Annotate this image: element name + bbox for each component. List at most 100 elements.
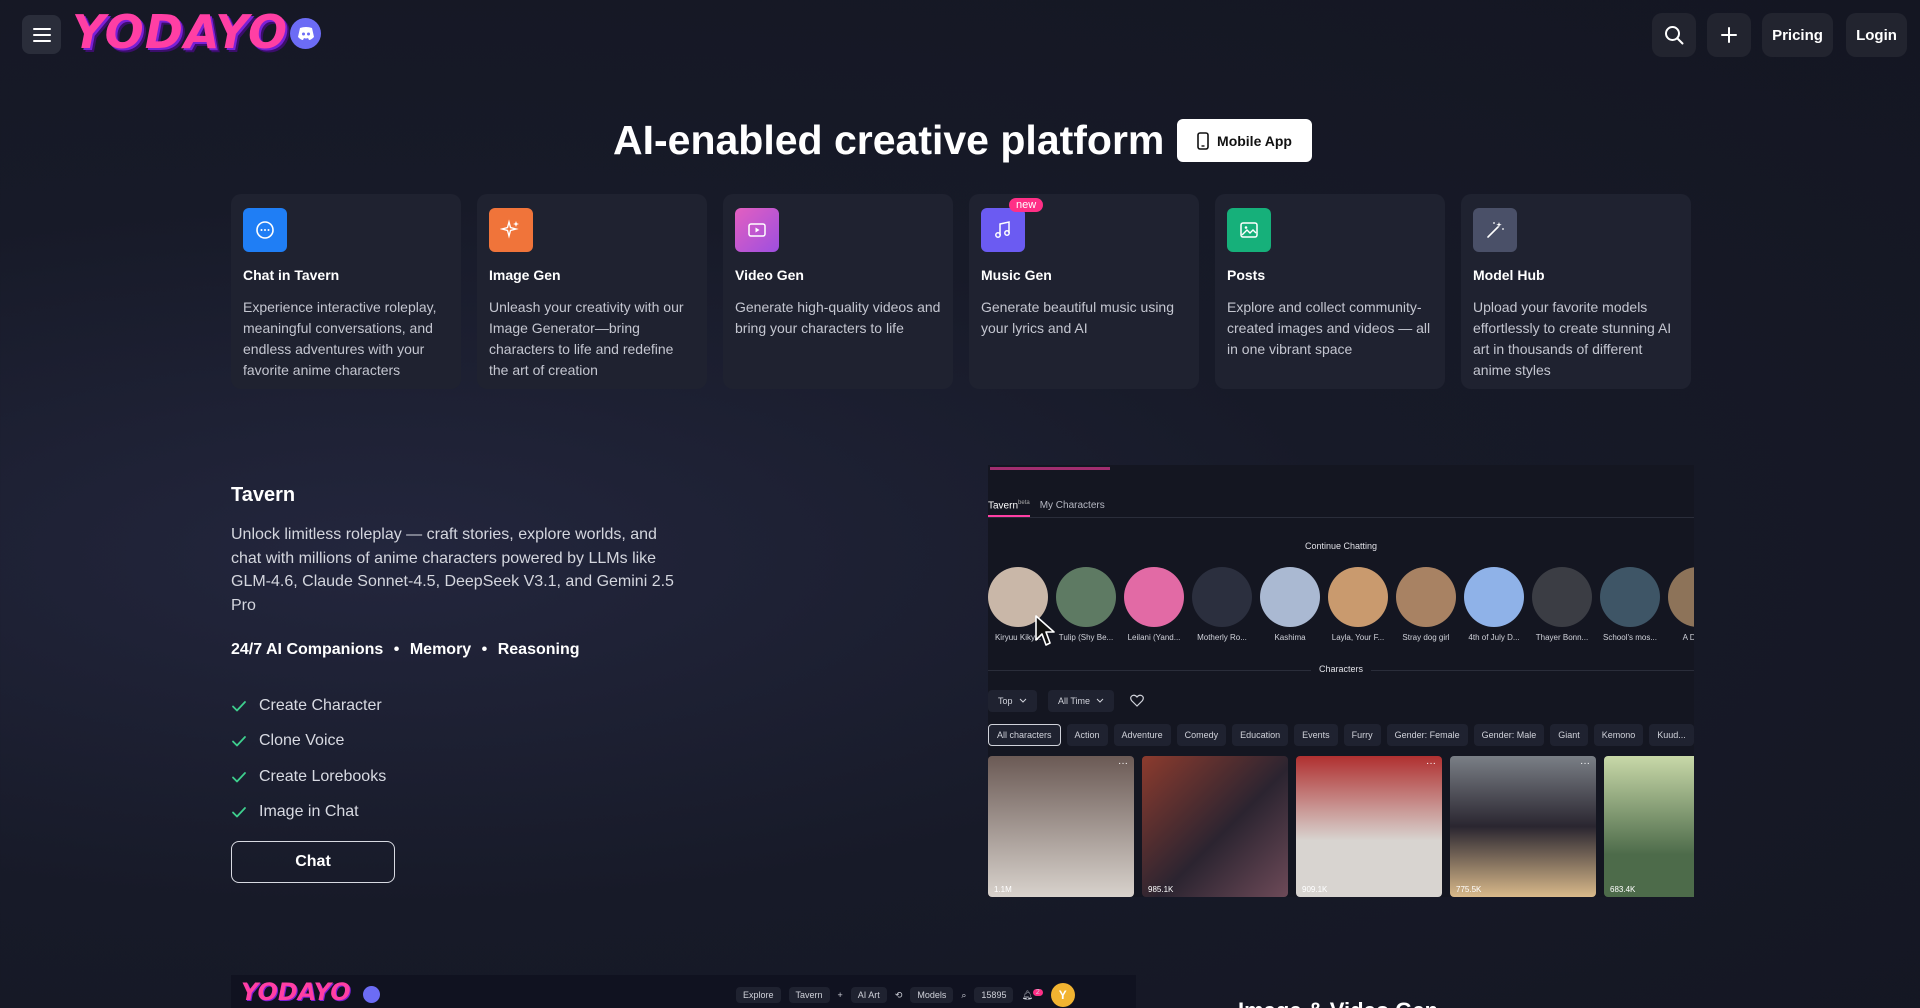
avatar: [1124, 567, 1184, 627]
video-icon: [735, 208, 779, 252]
chat-count: 1.1M: [994, 885, 1012, 894]
avatar-name: Tulip (Shy Be...: [1058, 633, 1114, 642]
avatar-item[interactable]: Stray dog girl: [1396, 567, 1456, 642]
avatar: [1396, 567, 1456, 627]
preview-top-bar: [988, 467, 1694, 471]
category-chip[interactable]: Kemono: [1593, 724, 1644, 746]
category-chip[interactable]: Furry: [1343, 724, 1381, 746]
category-chip[interactable]: Kuud...: [1649, 724, 1694, 746]
nav-ai-art: AI Art: [850, 987, 887, 1003]
image-video-gen-heading: Image & Video Gen: [1238, 998, 1438, 1008]
music-note-icon: [981, 208, 1025, 252]
checklist-item: Create Character: [231, 688, 386, 724]
avatar-item[interactable]: Leilani (Yand...: [1124, 567, 1184, 642]
nav-explore: Explore: [736, 987, 781, 1003]
avatar-item[interactable]: Motherly Ro...: [1192, 567, 1252, 642]
site-header: YODAYO Pricing Login: [0, 0, 1920, 68]
card-posts[interactable]: Posts Explore and collect community-crea…: [1215, 194, 1445, 389]
preview-logo: YODAYO: [241, 978, 351, 1006]
check-icon: [232, 736, 246, 747]
avatar: [1260, 567, 1320, 627]
card-description: Upload your favorite models effortlessly…: [1473, 299, 1672, 378]
card-title: Posts: [1227, 267, 1266, 283]
menu-button[interactable]: [22, 15, 61, 54]
avatar: [1532, 567, 1592, 627]
check-icon: [232, 700, 246, 712]
card-music-gen[interactable]: new Music Gen Generate beautiful music u…: [969, 194, 1199, 389]
card-model-hub[interactable]: Model Hub Upload your favorite models ef…: [1461, 194, 1691, 389]
character-card[interactable]: ··· 775.5K: [1450, 756, 1596, 897]
preview-tab-my-characters[interactable]: My Characters: [1040, 500, 1105, 517]
category-chip[interactable]: Education: [1232, 724, 1289, 746]
search-button[interactable]: [1652, 13, 1696, 57]
history-icon: ⟲: [894, 989, 903, 1000]
category-chip[interactable]: Action: [1066, 724, 1108, 746]
card-chat-in-tavern[interactable]: Chat in Tavern Experience interactive ro…: [231, 194, 461, 389]
checklist-item: Image in Chat: [231, 795, 386, 831]
feature-reasoning: Reasoning: [497, 641, 580, 658]
character-card[interactable]: 985.1K: [1142, 756, 1288, 897]
category-chip[interactable]: Adventure: [1113, 724, 1171, 746]
bell-icon: 🔔︎ 2: [1021, 989, 1043, 1001]
more-icon[interactable]: ···: [1118, 758, 1128, 769]
search-icon: [1665, 26, 1684, 45]
magic-wand-icon: [1473, 208, 1517, 252]
sort-dropdown[interactable]: Top: [988, 690, 1037, 712]
mobile-app-button[interactable]: Mobile App: [1177, 119, 1312, 162]
avatar-item[interactable]: Kashima: [1260, 567, 1320, 642]
avatar-item[interactable]: Tulip (Shy Be...: [1056, 567, 1116, 642]
favorites-button[interactable]: [1130, 694, 1144, 712]
login-button[interactable]: Login: [1846, 13, 1907, 57]
chat-button[interactable]: Chat: [231, 841, 395, 883]
check-icon: [232, 807, 246, 818]
yodayo-logo[interactable]: YODAYO: [72, 6, 288, 58]
character-card[interactable]: 683.4K: [1604, 756, 1694, 897]
card-description: Experience interactive roleplay, meaning…: [243, 299, 437, 378]
more-icon[interactable]: ···: [1426, 758, 1436, 769]
character-card[interactable]: ··· 909.1K: [1296, 756, 1442, 897]
checklist-label: Create Character: [259, 696, 382, 714]
beta-label: beta: [1018, 500, 1030, 506]
tavern-title: Tavern: [231, 484, 296, 506]
category-chip[interactable]: Comedy: [1176, 724, 1227, 746]
category-chip[interactable]: Gender: Female: [1386, 724, 1468, 746]
preview-tab-tavern[interactable]: Tavernbeta: [988, 500, 1030, 518]
feature-companions: 24/7 AI Companions: [231, 641, 384, 658]
preview-logo-stripe: [990, 467, 1110, 470]
tavern-checklist: Create Character Clone Voice Create Lore…: [231, 688, 386, 830]
continue-chatting-list: Kiryuu Kiky... Tulip (Shy Be... Leilani …: [988, 567, 1694, 642]
avatar-name: Kashima: [1274, 633, 1306, 642]
more-icon[interactable]: ···: [1580, 758, 1590, 769]
chevron-down-icon: [1019, 698, 1026, 703]
create-button[interactable]: [1707, 13, 1751, 57]
mouse-cursor-icon: [1035, 615, 1055, 646]
tavern-preview: Tavernbeta My Characters Continue Chatti…: [988, 465, 1694, 897]
avatar-item[interactable]: 4th of July D...: [1464, 567, 1524, 642]
card-video-gen[interactable]: Video Gen Generate high-quality videos a…: [723, 194, 953, 389]
avatar-name: 4th of July D...: [1468, 633, 1520, 642]
avatar-item[interactable]: A Dete...: [1668, 567, 1694, 642]
chat-count: 683.4K: [1610, 885, 1636, 894]
check-icon: [232, 771, 246, 783]
avatar-item[interactable]: Thayer Bonn...: [1532, 567, 1592, 642]
avatar-name: Layla, Your F...: [1331, 633, 1385, 642]
card-image-gen[interactable]: Image Gen Unleash your creativity with o…: [477, 194, 707, 389]
category-chip[interactable]: Gender: Male: [1473, 724, 1545, 746]
pricing-button[interactable]: Pricing: [1762, 13, 1833, 57]
discord-button[interactable]: [290, 18, 321, 49]
credits-count: 15895: [974, 987, 1014, 1003]
mobile-app-label: Mobile App: [1217, 132, 1292, 149]
avatar-item[interactable]: Layla, Your F...: [1328, 567, 1388, 642]
character-card[interactable]: ··· 1.1M: [988, 756, 1134, 897]
avatar: [1668, 567, 1694, 627]
time-dropdown[interactable]: All Time: [1048, 690, 1115, 712]
category-chip[interactable]: Giant: [1550, 724, 1588, 746]
chat-bubble-icon: [243, 208, 287, 252]
category-chip[interactable]: Events: [1294, 724, 1338, 746]
preview-tabs: Tavernbeta My Characters: [988, 500, 1105, 518]
avatar-name: School's mos...: [1603, 633, 1657, 642]
avatar-name: Stray dog girl: [1402, 633, 1450, 642]
feature-separator: •: [481, 641, 488, 658]
avatar-item[interactable]: School's mos...: [1600, 567, 1660, 642]
category-all[interactable]: All characters: [988, 724, 1061, 746]
